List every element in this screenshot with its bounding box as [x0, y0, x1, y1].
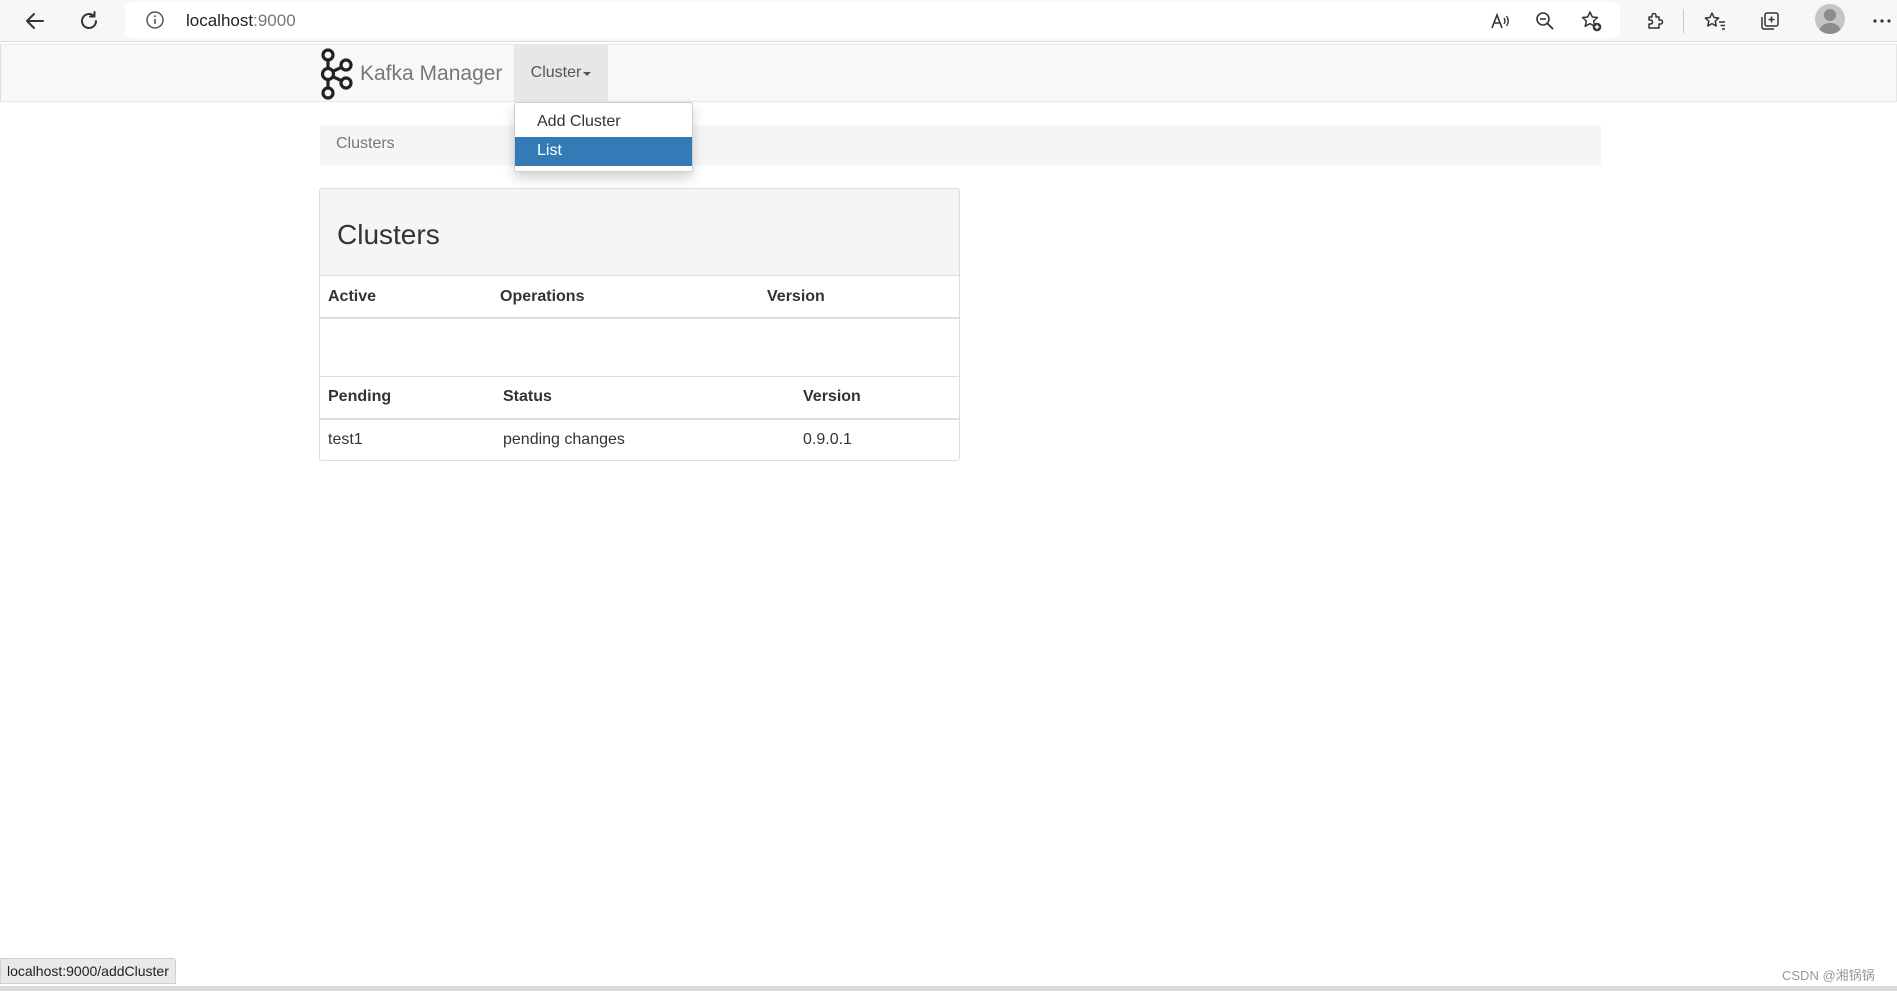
cluster-version-cell: 0.9.0.1 [803, 431, 852, 448]
column-header-version: Version [795, 376, 959, 420]
nav-cluster-dropdown[interactable]: Cluster [514, 45, 608, 101]
column-header-status: Status [495, 376, 795, 420]
breadcrumb-item-clusters: Clusters [336, 135, 395, 152]
table-header-row: Active Operations Version [320, 276, 959, 319]
caret-down-icon [583, 72, 592, 76]
app-navbar: Kafka Manager Cluster [0, 44, 1897, 102]
column-header-version: Version [759, 276, 959, 319]
active-clusters-table: Active Operations Version [320, 276, 959, 377]
menu-item-list[interactable]: List [515, 137, 692, 166]
column-header-active: Active [320, 276, 492, 319]
watermark: CSDN @湘锅锅 [1782, 968, 1875, 983]
add-favorite-icon[interactable] [1576, 6, 1606, 36]
collections-icon[interactable] [1755, 6, 1785, 36]
favorites-icon[interactable] [1700, 6, 1730, 36]
panel-title: Clusters [337, 219, 440, 250]
back-icon[interactable] [20, 6, 50, 36]
table-header-row: Pending Status Version [320, 376, 959, 420]
breadcrumb: Clusters [320, 125, 1601, 165]
cluster-name-cell: test1 [328, 431, 363, 448]
brand-name: Kafka Manager [360, 62, 503, 85]
clusters-panel: Clusters Active Operations Version Pendi… [319, 188, 960, 461]
brand-link[interactable]: Kafka Manager [319, 45, 502, 103]
menu-item-add-cluster[interactable]: Add Cluster [515, 108, 692, 137]
browser-toolbar: localhost:9000 [0, 0, 1897, 42]
taskbar-strip [0, 986, 1897, 991]
status-bar-url: localhost:9000/addCluster [0, 958, 176, 984]
more-icon[interactable] [1867, 6, 1897, 36]
profile-avatar[interactable] [1815, 4, 1845, 34]
pending-clusters-table: Pending Status Version test1 pending cha… [320, 376, 959, 461]
address-text[interactable]: localhost:9000 [186, 11, 296, 31]
empty-row [320, 318, 959, 377]
table-row: test1 pending changes 0.9.0.1 [320, 419, 959, 461]
cluster-status-cell: pending changes [503, 431, 625, 448]
panel-heading: Clusters [320, 189, 959, 276]
address-bar[interactable]: localhost:9000 [125, 2, 1620, 38]
column-header-pending: Pending [320, 376, 495, 420]
kafka-logo-icon [320, 48, 353, 100]
extensions-icon[interactable] [1640, 6, 1670, 36]
column-header-operations: Operations [492, 276, 759, 319]
nav-cluster-label: Cluster [530, 64, 582, 81]
url-port: :9000 [253, 11, 296, 30]
info-icon[interactable] [145, 10, 165, 30]
zoom-out-icon[interactable] [1530, 6, 1560, 36]
toolbar-separator [1683, 9, 1684, 33]
cluster-dropdown-menu: Add Cluster List [514, 102, 693, 172]
reload-icon[interactable] [74, 6, 104, 36]
read-aloud-icon[interactable] [1485, 6, 1515, 36]
url-host: localhost [186, 11, 254, 30]
